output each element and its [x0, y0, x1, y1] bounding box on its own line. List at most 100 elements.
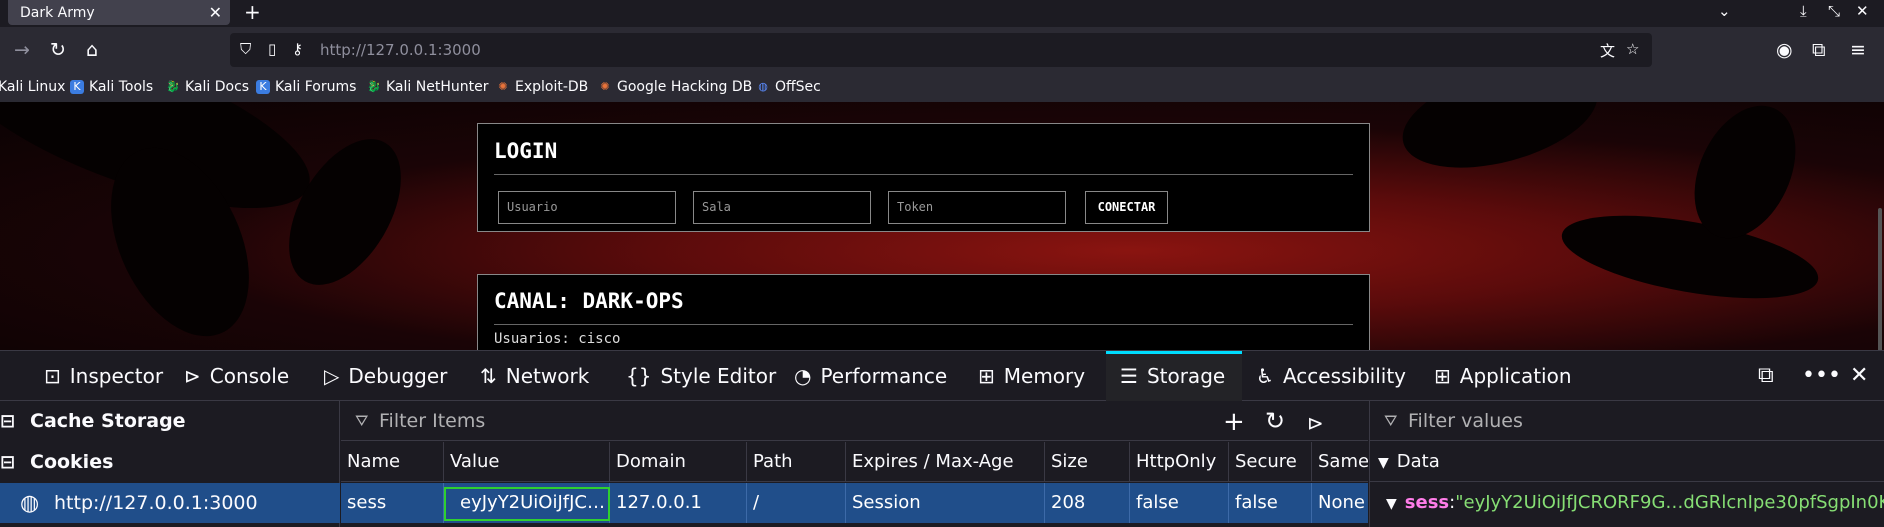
- extensions-icon[interactable]: ⧉: [1812, 39, 1826, 61]
- sidebar-label: http://127.0.0.1:3000: [54, 492, 258, 514]
- debugger-icon: ▷: [324, 364, 340, 388]
- devtools-tabbar: ⁞ ⊡ Inspector ⊳ Console ▷ Debugger ⇅ Network…: [0, 351, 1884, 401]
- database-icon: ⊟: [0, 451, 16, 473]
- menu-icon[interactable]: ≡: [1850, 39, 1866, 61]
- minimize-icon[interactable]: ⤓: [1800, 2, 1807, 20]
- performance-icon: ◔: [794, 364, 812, 388]
- bookmark-kali-tools[interactable]: K Kali Tools: [70, 79, 153, 95]
- room-input[interactable]: Sala: [693, 191, 871, 224]
- bookmark-kali-linux[interactable]: Kali Linux: [0, 79, 65, 95]
- tab-inspector[interactable]: ⊡ Inspector: [36, 351, 171, 401]
- user-input[interactable]: Usuario: [498, 191, 676, 224]
- tab-label: Performance: [820, 364, 948, 388]
- bookmark-star-icon[interactable]: ☆: [1626, 40, 1639, 58]
- url-host: http://127.0.0.1: [320, 41, 438, 59]
- tab-debugger[interactable]: ▷ Debugger: [316, 351, 455, 401]
- tab-label: Debugger: [348, 364, 448, 388]
- filter-items-input[interactable]: Filter Items: [379, 410, 485, 432]
- login-panel: LOGIN Usuario Sala Token CONECTAR: [477, 123, 1370, 232]
- exploitdb-icon: ✺: [498, 80, 508, 93]
- new-tab-button[interactable]: +: [244, 0, 261, 24]
- column-domain[interactable]: Domain: [610, 442, 747, 482]
- storage-icon: ☰: [1120, 364, 1138, 388]
- tab-performance[interactable]: ◔ Performance: [786, 351, 955, 401]
- home-icon[interactable]: ⌂: [86, 39, 98, 61]
- column-name[interactable]: Name: [341, 442, 444, 482]
- channel-title: CANAL: DARK-OPS: [494, 289, 684, 313]
- column-value[interactable]: Value: [444, 442, 610, 482]
- close-window-icon[interactable]: ✕: [1856, 2, 1869, 20]
- filter-values-input[interactable]: Filter values: [1408, 410, 1523, 432]
- tab-storage[interactable]: ☰ Storage: [1106, 351, 1242, 401]
- filter-icon: ⛛: [1384, 411, 1398, 430]
- column-secure[interactable]: Secure: [1229, 442, 1312, 482]
- forward-icon[interactable]: →: [14, 39, 30, 61]
- token-input[interactable]: Token: [888, 191, 1066, 224]
- account-icon[interactable]: ◉: [1776, 39, 1793, 61]
- globe-icon: ◍: [20, 490, 40, 516]
- section-label: Data: [1396, 451, 1440, 472]
- background-art: [1555, 199, 1825, 315]
- devtools-panel: ⁞ ⊡ Inspector ⊳ Console ▷ Debugger ⇅ Network…: [0, 350, 1884, 527]
- tab-memory[interactable]: ⊞ Memory: [970, 351, 1093, 401]
- more-options-icon[interactable]: •••: [1802, 363, 1841, 388]
- bookmark-label: Kali Linux: [0, 79, 66, 95]
- data-section-header[interactable]: ▼ Data: [1370, 442, 1884, 482]
- bookmarks-toolbar: Kali Linux K Kali Tools 🐉 Kali Docs K Kali …: [0, 75, 1884, 102]
- sidebar-item-cookies[interactable]: ⊟ Cookies: [0, 442, 340, 482]
- details-filter-bar: ⛛ Filter values: [1370, 401, 1884, 441]
- column-expires[interactable]: Expires / Max-Age: [846, 442, 1045, 482]
- cookie-table: ⛛ Filter Items + ↻ ⊳ Name Value Domain P…: [341, 401, 1368, 527]
- restore-icon[interactable]: ⤡: [1828, 2, 1840, 20]
- url-text[interactable]: http://127.0.0.1:3000: [320, 41, 481, 59]
- translate-icon[interactable]: 文: [1600, 40, 1615, 61]
- refresh-icon[interactable]: ↻: [1265, 407, 1285, 435]
- shield-icon[interactable]: ⛉: [240, 40, 251, 58]
- key-icon[interactable]: ⚷: [292, 40, 303, 58]
- toggle-sidebar-icon[interactable]: ⊳: [1307, 411, 1324, 435]
- sidebar-item-cookie-host[interactable]: ◍ http://127.0.0.1:3000: [0, 483, 340, 523]
- bookmark-label: Kali Docs: [185, 79, 250, 95]
- data-entry-row[interactable]: ▼ sess:"eyJyY2UiOiJfJCRORF9G…dGRlcnIpe30p…: [1370, 483, 1884, 523]
- database-icon: ⊟: [0, 410, 16, 432]
- bookmark-label: Kali NetHunter: [386, 79, 489, 95]
- connect-button[interactable]: CONECTAR: [1085, 191, 1168, 224]
- filter-bar: ⛛ Filter Items + ↻ ⊳: [341, 401, 1368, 441]
- tab-label: Memory: [1003, 364, 1086, 388]
- pick-element-icon[interactable]: ⁞: [0, 351, 9, 401]
- bookmark-label: Kali Forums: [275, 79, 357, 95]
- tab-label: Application: [1459, 364, 1572, 388]
- bookmark-offsec[interactable]: ◍ OffSec: [756, 79, 821, 95]
- list-tabs-icon[interactable]: ⌄: [1718, 2, 1731, 20]
- tab-network[interactable]: ⇅ Network: [472, 351, 597, 401]
- column-path[interactable]: Path: [747, 442, 846, 482]
- tab-application[interactable]: ⊞ Application: [1426, 351, 1580, 401]
- reload-icon[interactable]: ↻: [50, 39, 66, 61]
- bookmark-kali-forums[interactable]: K Kali Forums: [256, 79, 356, 95]
- bookmark-google-hacking-db[interactable]: ✺ Google Hacking DB: [598, 79, 752, 95]
- sidebar-item-cache-storage[interactable]: ⊟ Cache Storage: [0, 401, 340, 441]
- responsive-design-icon[interactable]: ⧉: [1758, 363, 1774, 388]
- tab-accessibility[interactable]: ♿ Accessibility: [1248, 351, 1414, 401]
- accessibility-icon: ♿: [1256, 364, 1274, 388]
- cell-size: 208: [1045, 483, 1130, 523]
- page-scrollbar[interactable]: [1878, 208, 1882, 350]
- browser-tab[interactable]: Dark Army ✕: [8, 0, 230, 25]
- tab-console[interactable]: ⊳ Console: [176, 351, 297, 401]
- url-port: :3000: [437, 41, 481, 59]
- column-samesite[interactable]: Same: [1312, 442, 1368, 482]
- column-size[interactable]: Size: [1045, 442, 1130, 482]
- memory-icon: ⊞: [978, 364, 995, 388]
- bookmark-kali-docs[interactable]: 🐉 Kali Docs: [166, 79, 249, 95]
- bookmark-exploit-db[interactable]: ✺ Exploit-DB: [496, 79, 588, 95]
- tab-label: Console: [209, 364, 290, 388]
- close-tab-icon[interactable]: ✕: [209, 3, 222, 22]
- add-item-icon[interactable]: +: [1223, 407, 1245, 437]
- column-httponly[interactable]: HttpOnly: [1130, 442, 1229, 482]
- close-devtools-icon[interactable]: ✕: [1850, 363, 1868, 388]
- url-bar[interactable]: ⛉ ▯ ⚷ http://127.0.0.1:3000 文 ☆: [230, 33, 1652, 67]
- cell-path: /: [747, 483, 846, 523]
- tab-style-editor[interactable]: {} Style Editor: [618, 351, 784, 401]
- bookmark-kali-nethunter[interactable]: 🐉 Kali NetHunter: [367, 79, 488, 95]
- page-icon[interactable]: ▯: [268, 40, 276, 58]
